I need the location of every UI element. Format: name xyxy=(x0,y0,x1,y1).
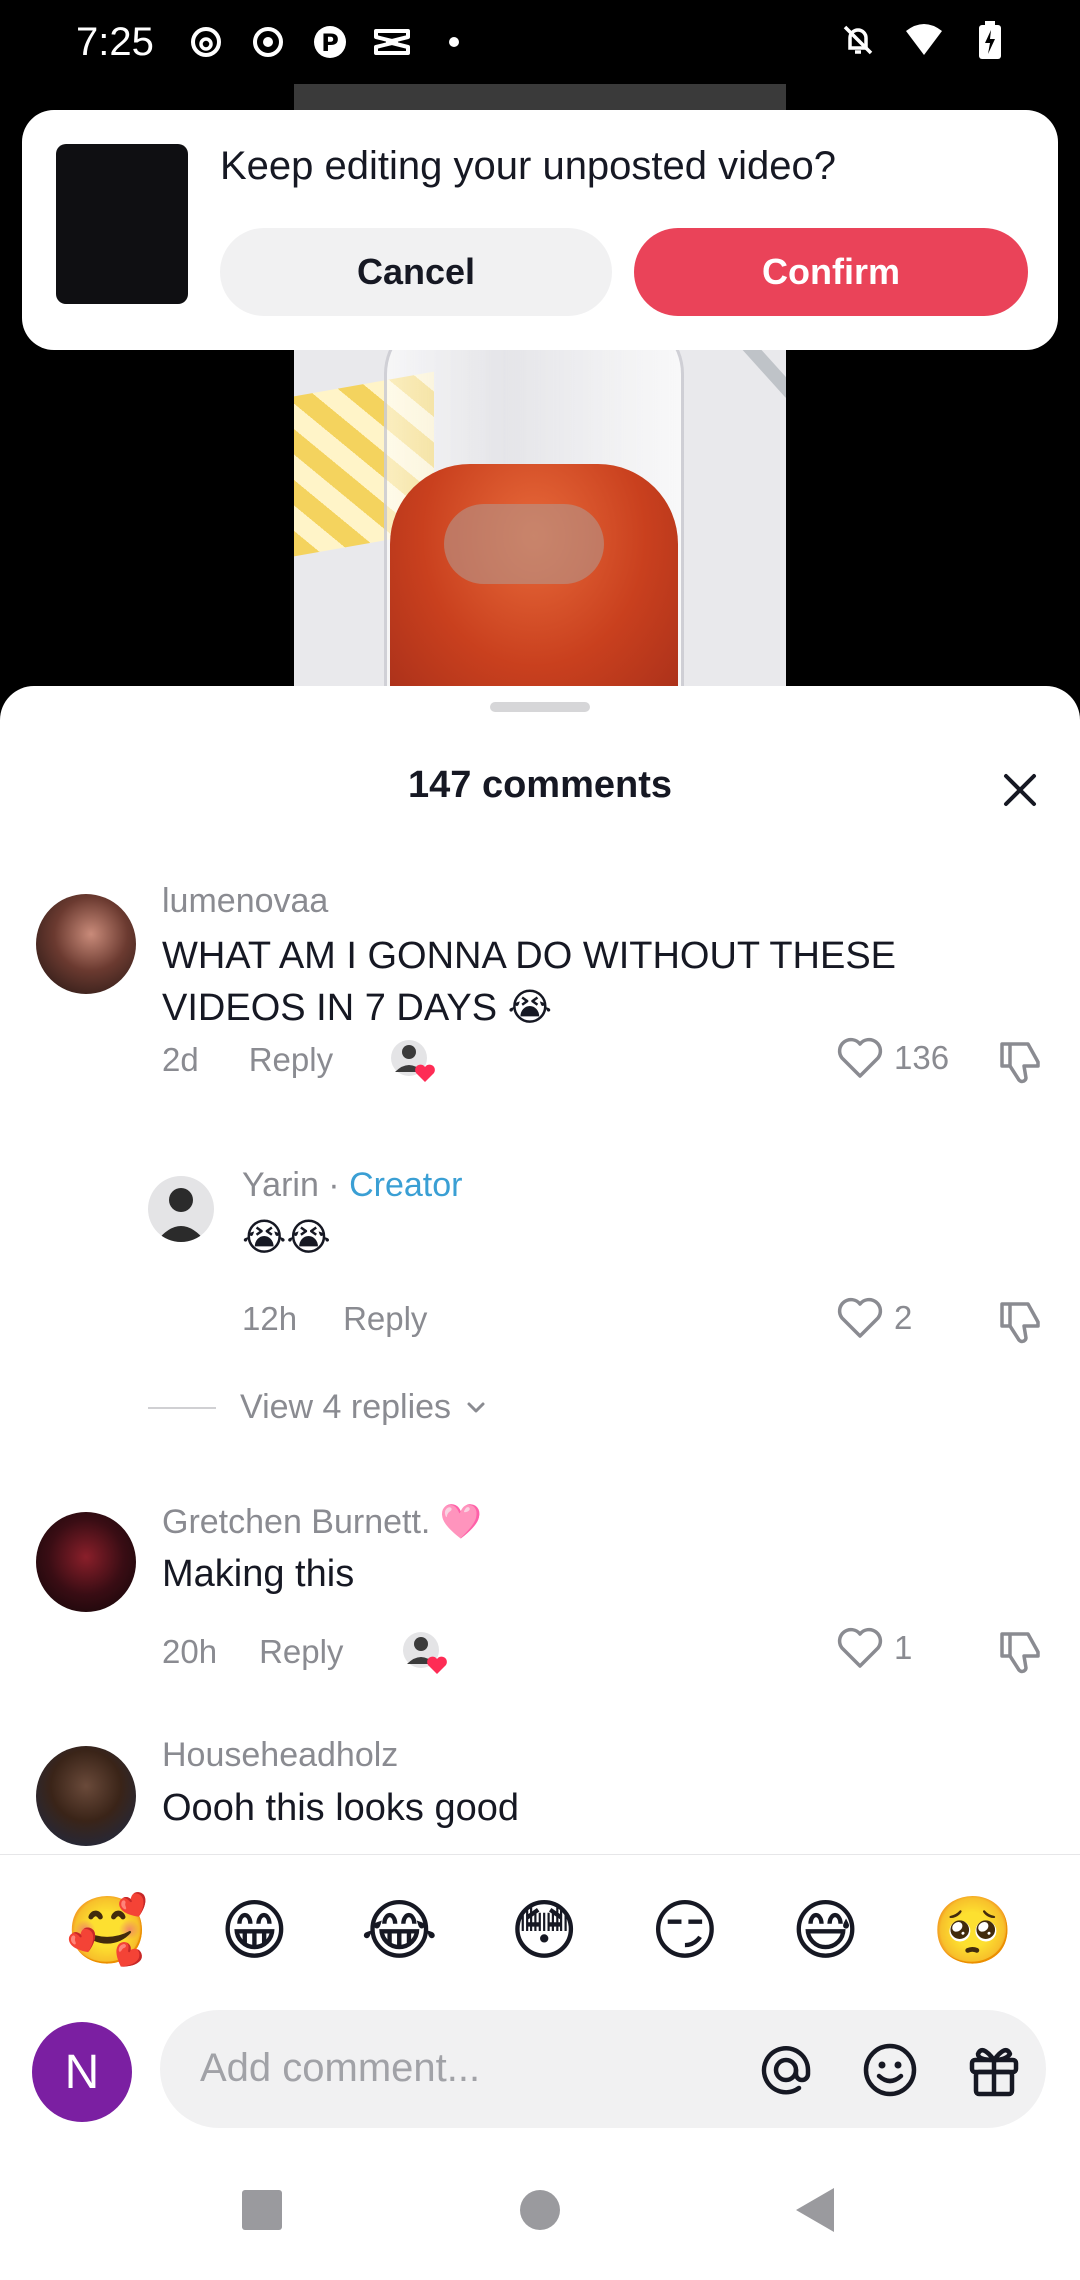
emoji-button[interactable]: 🥺 xyxy=(932,1897,1014,1963)
unposted-video-dialog: Keep editing your unposted video? Cancel… xyxy=(22,110,1058,350)
comment-age: 2d xyxy=(162,1041,199,1078)
emoji-button[interactable]: 😏 xyxy=(650,1897,719,1963)
comment-text: Oooh this looks good xyxy=(162,1787,520,1829)
heart-outline-icon xyxy=(837,1037,883,1078)
mention-icon[interactable] xyxy=(756,2040,816,2100)
creator-liked-badge xyxy=(401,1630,453,1674)
emoji-picker-icon[interactable] xyxy=(860,2040,920,2100)
cancel-button[interactable]: Cancel xyxy=(220,228,612,316)
pinterest-icon: P xyxy=(310,22,350,62)
creator-liked-badge xyxy=(389,1038,441,1082)
drag-handle[interactable] xyxy=(490,702,590,712)
system-nav-bar xyxy=(0,2144,1080,2280)
comments-count-title: 147 comments xyxy=(407,764,672,806)
svg-text:P: P xyxy=(321,29,339,57)
avatar[interactable] xyxy=(36,894,136,994)
pink-heart-icon: 🩷 xyxy=(439,1503,483,1541)
reply-button[interactable]: Reply xyxy=(249,1041,333,1079)
comment-username[interactable]: Househeadholz xyxy=(162,1736,398,1775)
comment-username: Yarin · Creator xyxy=(242,1166,463,1204)
dislike-icon[interactable] xyxy=(994,1296,1046,1348)
dislike-icon[interactable] xyxy=(994,1626,1046,1678)
comment-text: WHAT AM I GONNA DO WITHOUT THESE VIDEOS … xyxy=(162,935,897,1029)
like-count: 1 xyxy=(894,1629,913,1666)
reply-button[interactable]: Reply xyxy=(343,1300,427,1338)
reply-button[interactable]: Reply xyxy=(259,1633,343,1671)
notification-icons: P xyxy=(186,22,474,62)
emoji-button[interactable]: 😂 xyxy=(361,1897,438,1963)
comments-sheet: 147 comments lumenovaa WHAT AM I GONNA D… xyxy=(0,686,1080,1854)
threads-icon xyxy=(186,22,226,62)
gift-icon[interactable] xyxy=(964,2040,1024,2100)
reply-username[interactable]: Yarin xyxy=(242,1166,319,1204)
emoji-quick-bar: 🥰 😁 😂 😳 😏 😅 🥺 xyxy=(0,1854,1080,2004)
capcut-icon xyxy=(372,22,412,62)
avatar[interactable] xyxy=(148,1176,214,1242)
emoji-button[interactable]: 😁 xyxy=(220,1897,289,1963)
comment-username: Gretchen Burnett. 🩷 xyxy=(162,1502,482,1542)
creator-badge: Creator xyxy=(349,1166,463,1204)
comment-meta: 12h Reply xyxy=(242,1300,427,1338)
like-count: 136 xyxy=(894,1039,950,1076)
comment-input-box[interactable] xyxy=(160,2010,1046,2128)
more-notifications-icon xyxy=(434,22,474,62)
my-avatar[interactable]: N xyxy=(32,2022,132,2122)
divider xyxy=(148,1406,216,1409)
confirm-button[interactable]: Confirm xyxy=(634,228,1028,316)
comment-text: Making this xyxy=(162,1553,355,1595)
heart-outline-icon xyxy=(837,1627,883,1668)
comment-username[interactable]: lumenovaa xyxy=(162,882,328,921)
record-icon xyxy=(248,22,288,62)
emoji-button[interactable]: 😅 xyxy=(791,1897,860,1963)
comment-meta: 20h Reply xyxy=(162,1630,453,1674)
dialog-title: Keep editing your unposted video? xyxy=(220,144,837,188)
comment-age: 12h xyxy=(242,1300,298,1337)
tomato-sauce xyxy=(390,464,678,704)
video-thumbnail[interactable] xyxy=(56,144,188,304)
heart-outline-icon xyxy=(837,1297,883,1338)
like-button[interactable]: 136 xyxy=(836,1036,949,1080)
dislike-icon[interactable] xyxy=(994,1036,1046,1088)
comment-input[interactable] xyxy=(200,2038,720,2098)
emoji-button[interactable]: 😳 xyxy=(510,1897,579,1963)
comment-composer: N xyxy=(0,2004,1080,2144)
wifi-icon xyxy=(904,20,944,60)
like-button[interactable]: 1 xyxy=(836,1626,912,1670)
battery-icon xyxy=(970,20,1010,60)
back-button[interactable] xyxy=(786,2180,846,2240)
username-text[interactable]: Gretchen Burnett. xyxy=(162,1503,430,1541)
emoji-button[interactable]: 🥰 xyxy=(66,1897,148,1963)
avatar[interactable] xyxy=(36,1512,136,1612)
view-replies-button[interactable]: View 4 replies xyxy=(148,1388,493,1427)
like-count: 2 xyxy=(894,1299,913,1336)
system-icons xyxy=(838,20,1010,60)
view-replies-label: View 4 replies xyxy=(240,1388,452,1426)
status-bar: 7:25 P xyxy=(0,0,1080,84)
home-button[interactable] xyxy=(510,2180,570,2240)
comment-meta: 2d Reply xyxy=(162,1038,441,1082)
comment-age: 20h xyxy=(162,1633,218,1670)
close-icon[interactable] xyxy=(996,766,1044,814)
recents-button[interactable] xyxy=(232,2180,292,2240)
chevron-down-icon xyxy=(467,1402,485,1412)
bell-off-icon xyxy=(838,20,878,60)
like-button[interactable]: 2 xyxy=(836,1296,912,1340)
comment-text: 😭😭 xyxy=(242,1217,331,1259)
avatar[interactable] xyxy=(36,1746,136,1846)
status-time: 7:25 xyxy=(76,20,154,64)
